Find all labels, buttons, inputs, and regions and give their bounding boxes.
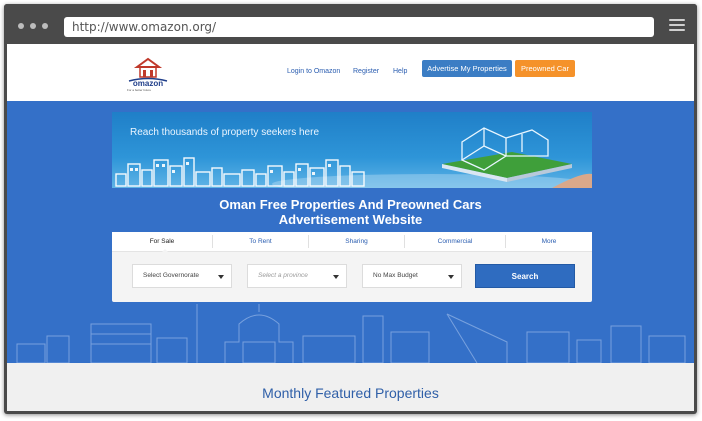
browser-window: http://www.omazon.org/ omazon For a bett…	[4, 4, 697, 414]
featured-section: Monthly Featured Properties	[7, 363, 694, 411]
chevron-down-icon	[218, 275, 224, 279]
window-dot-icon[interactable]	[18, 23, 24, 29]
logo-tagline: For a better future	[127, 88, 152, 92]
logo-text: omazon	[133, 79, 163, 88]
tab-more[interactable]: More	[506, 232, 592, 251]
promo-banner[interactable]: Reach thousands of property seekers here	[112, 112, 592, 188]
page-viewport: omazon For a better future Login to Omaz…	[7, 44, 694, 411]
preowned-car-button[interactable]: Preowned Car	[515, 60, 575, 77]
hamburger-menu-icon[interactable]	[669, 19, 685, 34]
search-button[interactable]: Search	[475, 264, 575, 288]
property-search-panel: For Sale To Rent Sharing Commercial More…	[112, 232, 592, 302]
advertise-properties-button[interactable]: Advertise My Properties	[422, 60, 512, 77]
hero-title: Oman Free Properties And Preowned Cars A…	[7, 197, 694, 227]
help-link[interactable]: Help	[393, 68, 407, 75]
register-link[interactable]: Register	[353, 68, 379, 75]
province-select[interactable]: Select a province	[247, 264, 347, 288]
window-dot-icon[interactable]	[42, 23, 48, 29]
omazon-logo-icon[interactable]: omazon	[123, 54, 173, 90]
governorate-select[interactable]: Select Governorate	[132, 264, 232, 288]
login-link[interactable]: Login to Omazon	[287, 68, 340, 75]
site-header: omazon For a better future Login to Omaz…	[7, 44, 694, 101]
active-tab-caret-icon	[161, 249, 169, 253]
governorate-select-value: Select Governorate	[143, 272, 200, 279]
hero-title-line-2: Advertisement Website	[278, 212, 423, 227]
browser-toolbar: http://www.omazon.org/	[4, 4, 697, 44]
tab-sharing[interactable]: Sharing	[309, 232, 404, 251]
tab-to-rent[interactable]: To Rent	[213, 232, 308, 251]
window-dot-icon[interactable]	[30, 23, 36, 29]
hero-title-line-1: Oman Free Properties And Preowned Cars	[219, 197, 482, 212]
tab-commercial[interactable]: Commercial	[405, 232, 505, 251]
province-select-value: Select a province	[258, 272, 308, 279]
budget-select[interactable]: No Max Budget	[362, 264, 462, 288]
search-tabs: For Sale To Rent Sharing Commercial More	[112, 232, 592, 252]
chevron-down-icon	[448, 275, 454, 279]
hero-section: Reach thousands of property seekers here	[7, 101, 694, 363]
budget-select-value: No Max Budget	[373, 272, 418, 279]
chevron-down-icon	[333, 275, 339, 279]
featured-title: Monthly Featured Properties	[262, 385, 439, 401]
city-outline-decoration	[16, 304, 686, 363]
address-bar[interactable]: http://www.omazon.org/	[64, 17, 654, 37]
city-skyline-illustration	[115, 127, 592, 188]
